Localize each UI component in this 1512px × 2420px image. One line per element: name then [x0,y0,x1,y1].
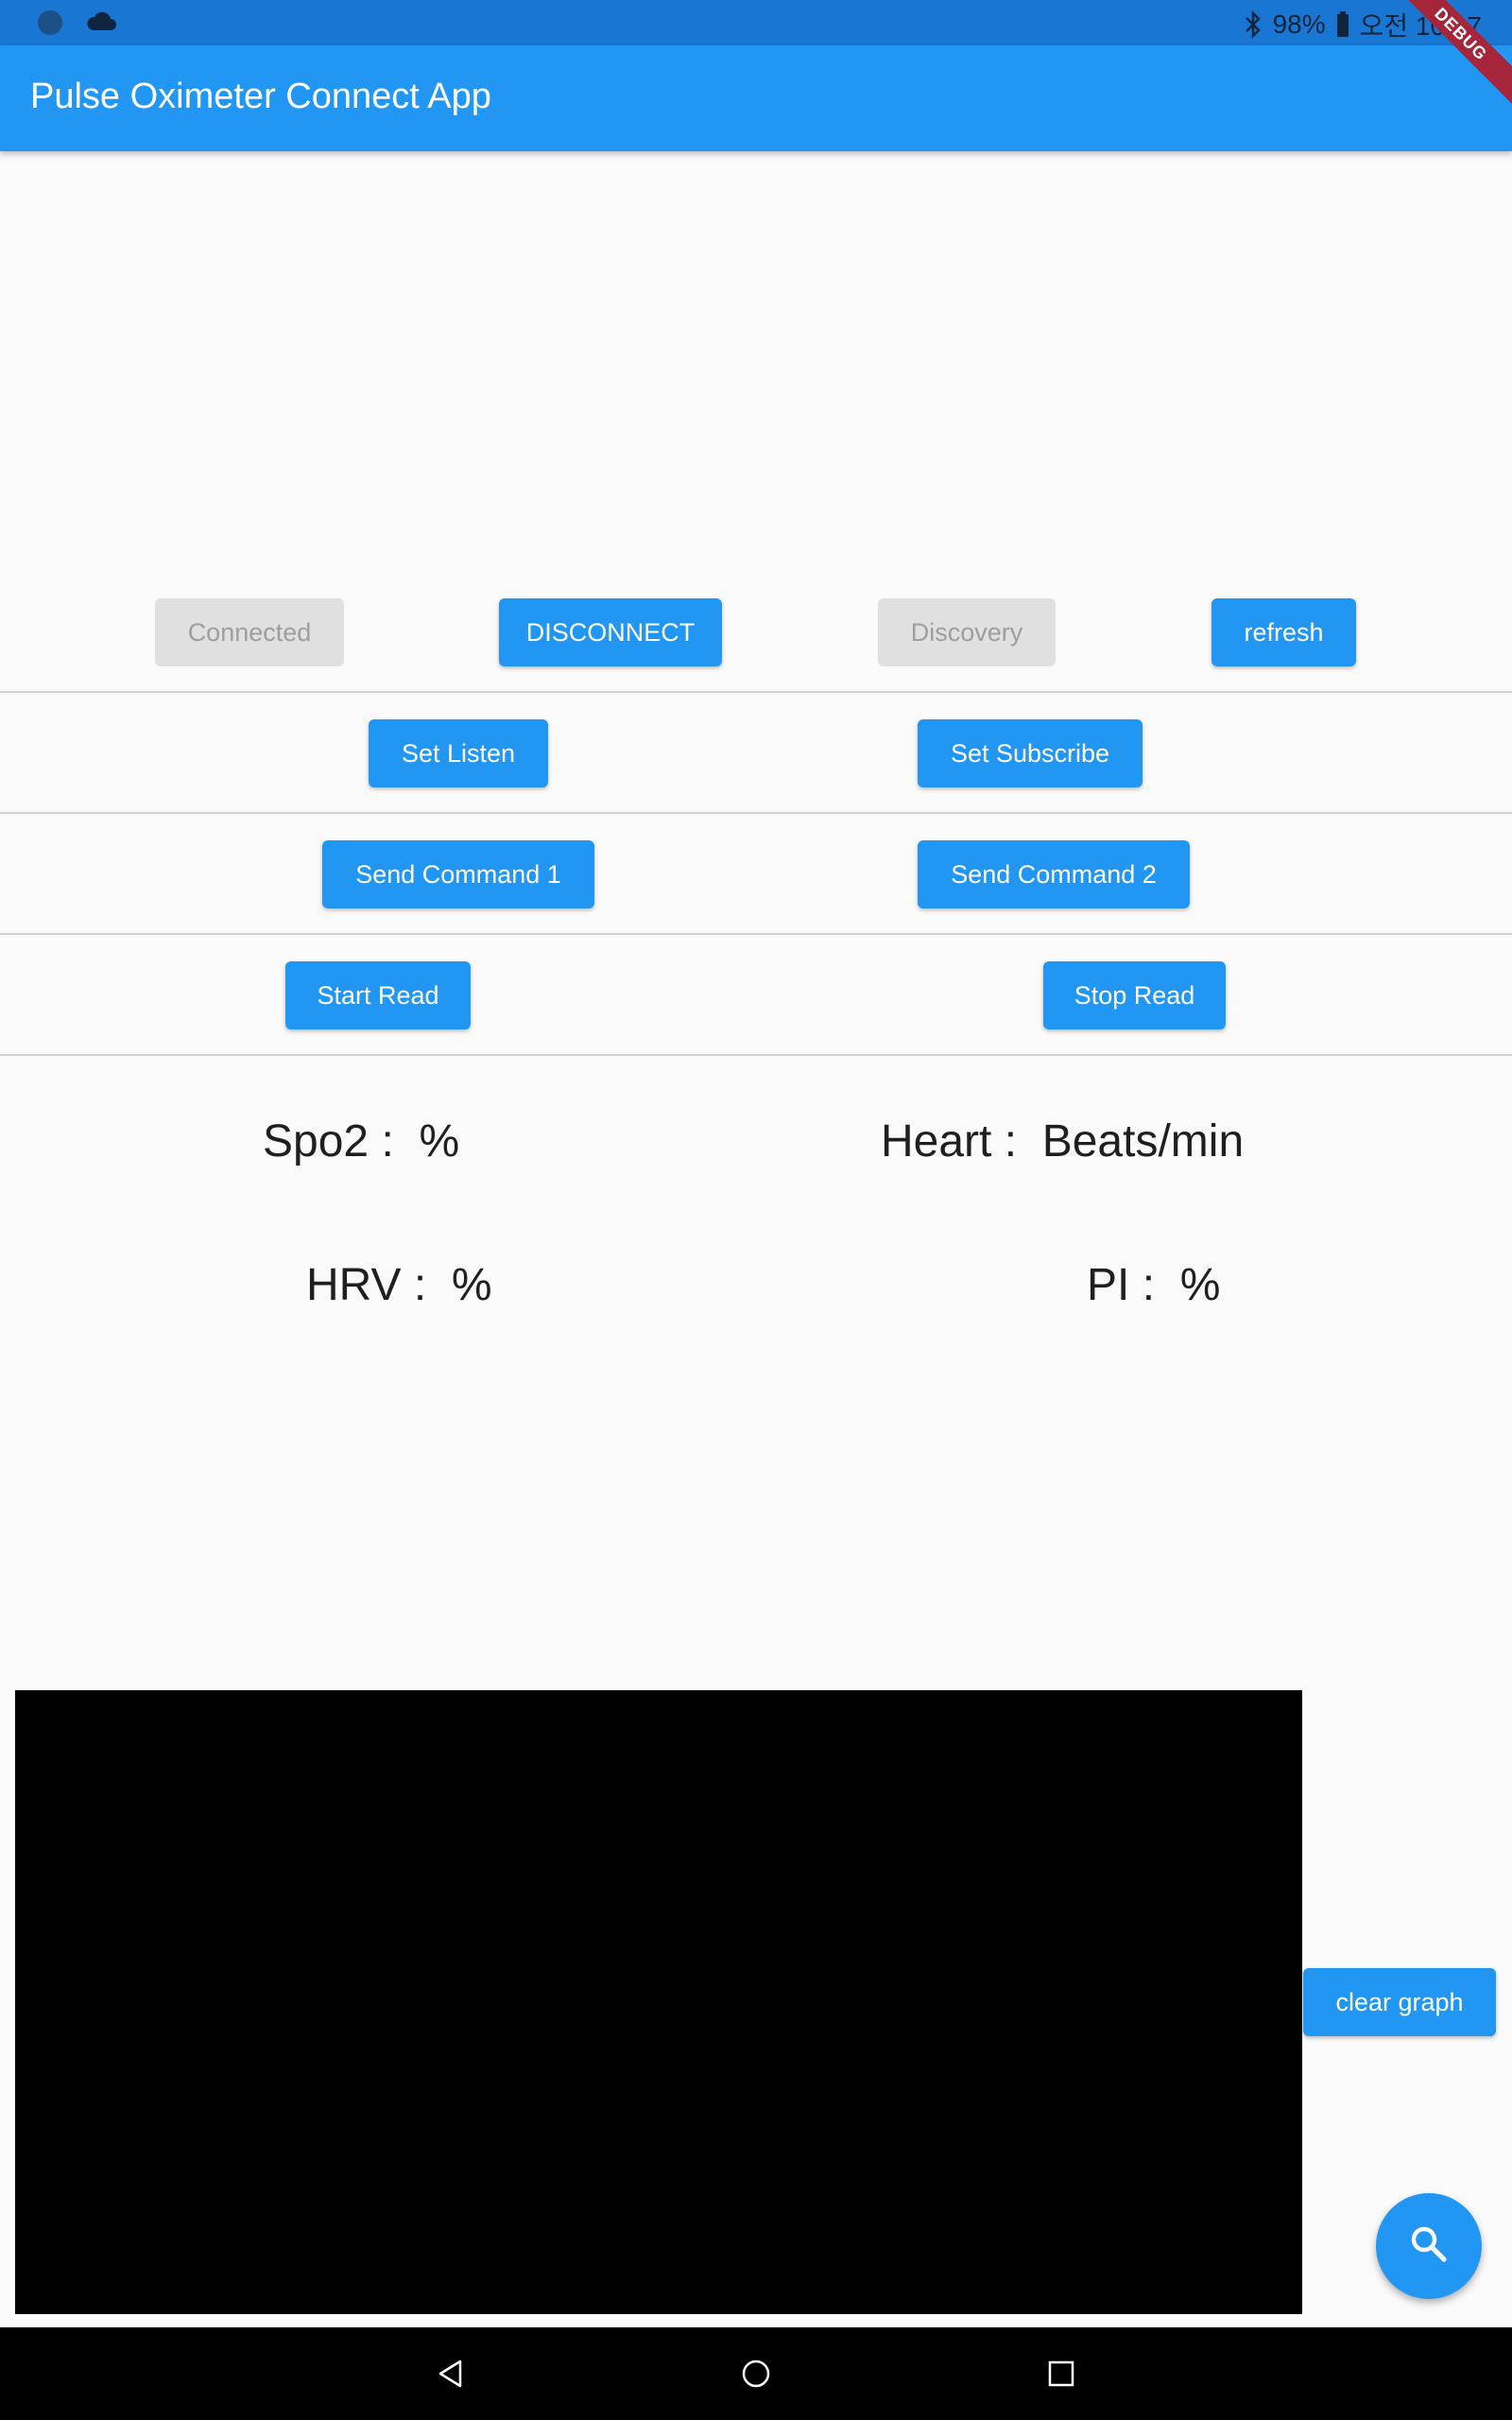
cloud-icon [85,9,117,39]
bluetooth-icon [1243,10,1263,39]
home-icon[interactable] [732,2350,780,2397]
recents-icon[interactable] [1038,2350,1085,2397]
back-icon[interactable] [427,2350,474,2397]
battery-percent: 98% [1272,9,1326,39]
send-command-2-button[interactable]: Send Command 2 [918,840,1190,908]
clear-graph-button[interactable]: clear graph [1303,1968,1496,2036]
start-read-button[interactable]: Start Read [285,961,471,1029]
divider [0,691,1512,693]
set-listen-button[interactable]: Set Listen [369,719,548,787]
search-icon [1406,2221,1452,2272]
divider [0,933,1512,935]
divider [0,1054,1512,1056]
divider [0,812,1512,814]
app-title: Pulse Oximeter Connect App [30,77,491,116]
connected-button[interactable]: Connected [155,598,344,666]
battery-icon [1335,10,1350,39]
hrv-reading: HRV : % [306,1260,492,1310]
pi-reading: PI : % [1087,1260,1221,1310]
refresh-button[interactable]: refresh [1211,598,1356,666]
set-subscribe-button[interactable]: Set Subscribe [918,719,1143,787]
pulse-graph [15,1690,1302,2314]
disconnect-button[interactable]: DISCONNECT [499,598,722,666]
spo2-reading: Spo2 : % [263,1116,460,1167]
app-bar: Pulse Oximeter Connect App [0,45,1512,151]
search-fab[interactable] [1376,2193,1482,2299]
discovery-button[interactable]: Discovery [878,598,1056,666]
notification-dot-icon [38,10,62,35]
navigation-bar [0,2327,1512,2420]
stop-read-button[interactable]: Stop Read [1043,961,1226,1029]
send-command-1-button[interactable]: Send Command 1 [322,840,594,908]
heart-rate-reading: Heart : Beats/min [881,1116,1245,1167]
status-bar: 98% 오전 10:07 [0,0,1512,45]
